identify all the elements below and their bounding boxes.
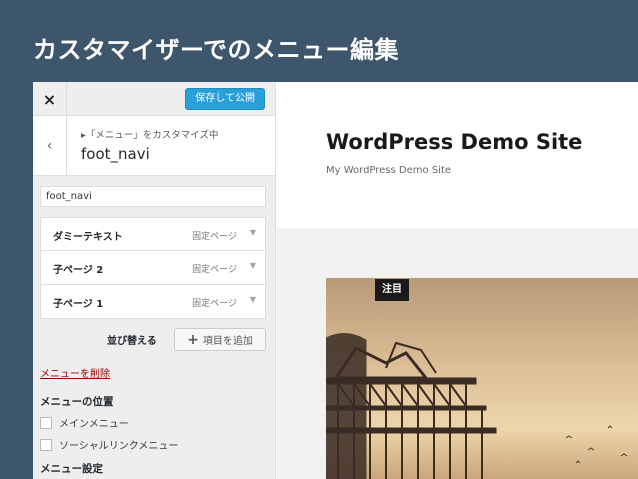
back-chevron-icon[interactable]: ‹	[33, 116, 67, 176]
menu-item[interactable]: 子ページ 1 固定ページ ▼	[40, 285, 266, 319]
section-title: foot_navi	[81, 145, 150, 163]
menu-item-title: 子ページ 2	[53, 265, 104, 276]
menu-name-input[interactable]	[40, 186, 266, 207]
site-header: WordPress Demo Site My WordPress Demo Si…	[277, 82, 638, 228]
breadcrumb: ▸「メニュー」をカスタマイズ中	[81, 130, 219, 141]
expand-arrow-icon[interactable]: ▼	[250, 228, 256, 237]
customizer-panel: × 保存して公開 ‹ ▸「メニュー」をカスタマイズ中 foot_navi ダミー…	[33, 82, 276, 479]
location-social-menu[interactable]: ソーシャルリンクメニュー	[40, 437, 178, 452]
location-label: ソーシャルリンクメニュー	[59, 441, 179, 452]
pier-photo	[326, 278, 638, 479]
panel-header: × 保存して公開	[33, 82, 275, 116]
featured-image[interactable]	[326, 278, 638, 479]
menu-settings-title: メニュー設定	[40, 463, 103, 475]
menu-item[interactable]: 子ページ 2 固定ページ ▼	[40, 251, 266, 285]
menu-item-type: 固定ページ	[192, 265, 237, 275]
location-label: メインメニュー	[59, 419, 129, 430]
checkbox[interactable]	[40, 416, 52, 429]
save-publish-button[interactable]: 保存して公開	[185, 88, 265, 110]
menu-item-title: ダミーテキスト	[53, 232, 123, 243]
site-preview: WordPress Demo Site My WordPress Demo Si…	[277, 82, 638, 479]
close-icon[interactable]: ×	[33, 82, 67, 116]
add-items-label: 項目を追加	[202, 336, 253, 347]
menu-item[interactable]: ダミーテキスト 固定ページ ▼	[40, 217, 266, 251]
reorder-button[interactable]: 並び替える	[107, 332, 157, 347]
section-header: ‹ ▸「メニュー」をカスタマイズ中 foot_navi	[33, 116, 275, 176]
menu-item-list: ダミーテキスト 固定ページ ▼ 子ページ 2 固定ページ ▼ 子ページ 1 固定…	[40, 217, 266, 319]
checkbox[interactable]	[40, 438, 52, 451]
customizer-window: × 保存して公開 ‹ ▸「メニュー」をカスタマイズ中 foot_navi ダミー…	[33, 82, 638, 479]
menu-item-title: 子ページ 1	[53, 299, 104, 310]
expand-arrow-icon[interactable]: ▼	[250, 261, 256, 270]
menu-item-type: 固定ページ	[192, 232, 237, 242]
menu-locations-title: メニューの位置	[40, 396, 114, 408]
add-items-button[interactable]: + 項目を追加	[174, 328, 266, 351]
plus-icon: +	[187, 331, 199, 348]
sticky-badge: 注目	[375, 279, 409, 301]
site-description: My WordPress Demo Site	[326, 165, 452, 176]
slide-title: カスタマイザーでのメニュー編集	[33, 36, 400, 64]
menu-item-type: 固定ページ	[192, 299, 237, 309]
location-main-menu[interactable]: メインメニュー	[40, 415, 129, 430]
delete-menu-link[interactable]: メニューを削除	[40, 365, 110, 380]
expand-arrow-icon[interactable]: ▼	[250, 295, 256, 304]
site-title[interactable]: WordPress Demo Site	[326, 130, 582, 154]
